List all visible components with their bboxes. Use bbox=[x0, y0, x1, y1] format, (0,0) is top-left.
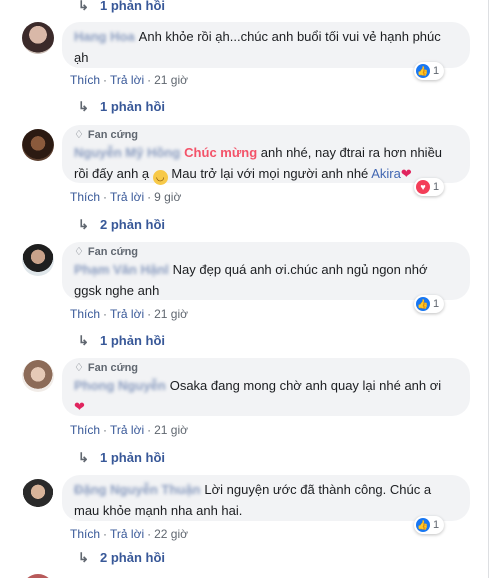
view-replies-link[interactable]: ↳ 2 phản hồi bbox=[78, 216, 165, 234]
diamond-icon: ♢ bbox=[74, 362, 84, 374]
fan-badge: ♢ Fan cứng bbox=[74, 362, 139, 374]
like-link[interactable]: Thích bbox=[70, 527, 100, 541]
red-heart-icon: ❤ bbox=[400, 166, 412, 181]
comment-bubble: Hang Hoa Anh khỏe rồi ạh...chúc anh buổi … bbox=[62, 22, 470, 68]
reply-arrow-icon: ↳ bbox=[78, 0, 89, 13]
celebration-highlight: Chúc mừng bbox=[184, 145, 258, 160]
comment-actions: Thích · Trả lời · 21 giờ bbox=[70, 307, 188, 321]
timestamp[interactable]: 21 giờ bbox=[154, 73, 188, 87]
like-link[interactable]: Thích bbox=[70, 190, 100, 204]
commenter-name[interactable]: Hang Hoa bbox=[74, 26, 135, 47]
fan-badge: ♢ Fan cứng bbox=[74, 129, 139, 141]
view-replies-link[interactable]: ↳ 1 phản hồi bbox=[78, 449, 165, 467]
diamond-icon: ♢ bbox=[74, 246, 84, 258]
like-link[interactable]: Thích bbox=[70, 307, 100, 321]
reply-link[interactable]: Trả lời bbox=[110, 423, 144, 437]
comment-bubble: ♢ Fan cứng Nguyễn Mỹ Hồng Chúc mừng anh nh… bbox=[62, 125, 470, 185]
tagged-user-link[interactable]: Akira bbox=[371, 166, 401, 181]
commenter-name[interactable]: Phong Nguyễn bbox=[74, 375, 166, 396]
comment-text-line2: ạh bbox=[74, 50, 89, 65]
fan-badge: ♢ Fan cứng bbox=[74, 246, 139, 258]
comment-bubble: Đặng Nguyễn Thuận Lời nguyện ước đã thành… bbox=[62, 475, 470, 521]
love-reaction-icon: ♥ bbox=[416, 180, 430, 194]
commenter-name[interactable]: Đặng Nguyễn Thuận bbox=[74, 479, 200, 500]
view-replies-link[interactable]: ↳ 2 phản hồi bbox=[78, 549, 165, 567]
timestamp[interactable]: 21 giờ bbox=[154, 307, 188, 321]
avatar[interactable] bbox=[22, 360, 54, 392]
avatar[interactable] bbox=[22, 129, 54, 161]
view-replies-link[interactable]: ↳ 1 phản hồi bbox=[78, 98, 165, 116]
timestamp[interactable]: 9 giờ bbox=[154, 190, 181, 204]
reaction-count[interactable]: ♥ 1 bbox=[414, 178, 445, 196]
reply-arrow-icon: ↳ bbox=[78, 450, 89, 465]
commenter-name[interactable]: Nguyễn Mỹ Hồng bbox=[74, 142, 180, 163]
timestamp[interactable]: 22 giờ bbox=[154, 527, 188, 541]
diamond-icon: ♢ bbox=[74, 129, 84, 141]
reaction-count[interactable]: 👍 1 bbox=[414, 516, 445, 534]
reply-link[interactable]: Trả lời bbox=[110, 307, 144, 321]
like-link[interactable]: Thích bbox=[70, 423, 100, 437]
reply-arrow-icon: ↳ bbox=[78, 550, 89, 565]
comment-actions: Thích · Trả lời · 22 giờ bbox=[70, 527, 188, 541]
reply-link[interactable]: Trả lời bbox=[110, 73, 144, 87]
reply-arrow-icon: ↳ bbox=[78, 217, 89, 232]
avatar[interactable] bbox=[22, 479, 54, 511]
reply-link[interactable]: Trả lời bbox=[110, 190, 144, 204]
red-heart-icon: ❤ bbox=[74, 399, 85, 414]
comment-text: Anh khỏe rồi ạh...chúc anh buổi tối vui … bbox=[138, 29, 441, 44]
avatar[interactable] bbox=[22, 244, 54, 276]
view-replies-link[interactable]: ↳ 1 phản hồi bbox=[78, 332, 165, 350]
like-reaction-icon: 👍 bbox=[416, 297, 430, 311]
comment-thread: ↳ 1 phản hồi Hang Hoa Anh khỏe rồi ạh...ch… bbox=[0, 0, 489, 578]
comment-actions: Thích · Trả lời · 9 giờ bbox=[70, 190, 182, 204]
reaction-count[interactable]: 👍 1 bbox=[414, 62, 445, 80]
reply-arrow-icon: ↳ bbox=[78, 333, 89, 348]
comment-bubble: ♢ Fan cứng Phạm Văn Hậnl Nay đẹp quá anh ơ… bbox=[62, 242, 470, 300]
avatar[interactable] bbox=[22, 574, 54, 578]
reply-arrow-icon: ↳ bbox=[78, 99, 89, 114]
like-reaction-icon: 👍 bbox=[416, 518, 430, 532]
view-replies-link[interactable]: ↳ 1 phản hồi bbox=[78, 0, 165, 15]
timestamp[interactable]: 21 giờ bbox=[154, 423, 188, 437]
comment-bubble: ♢ Fan cứng Phong Nguyễn Osaka đang mong ch… bbox=[62, 358, 470, 416]
comment-actions: Thích · Trả lời · 21 giờ bbox=[70, 423, 188, 437]
comment-actions: Thích · Trả lời · 21 giờ bbox=[70, 73, 188, 87]
reaction-count[interactable]: 👍 1 bbox=[414, 295, 445, 313]
like-link[interactable]: Thích bbox=[70, 73, 100, 87]
avatar[interactable] bbox=[22, 22, 54, 54]
commenter-name[interactable]: Phạm Văn Hậnl bbox=[74, 259, 169, 280]
grinning-emoji-icon: ◡ bbox=[152, 170, 168, 185]
like-reaction-icon: 👍 bbox=[416, 64, 430, 78]
reply-link[interactable]: Trả lời bbox=[110, 527, 144, 541]
